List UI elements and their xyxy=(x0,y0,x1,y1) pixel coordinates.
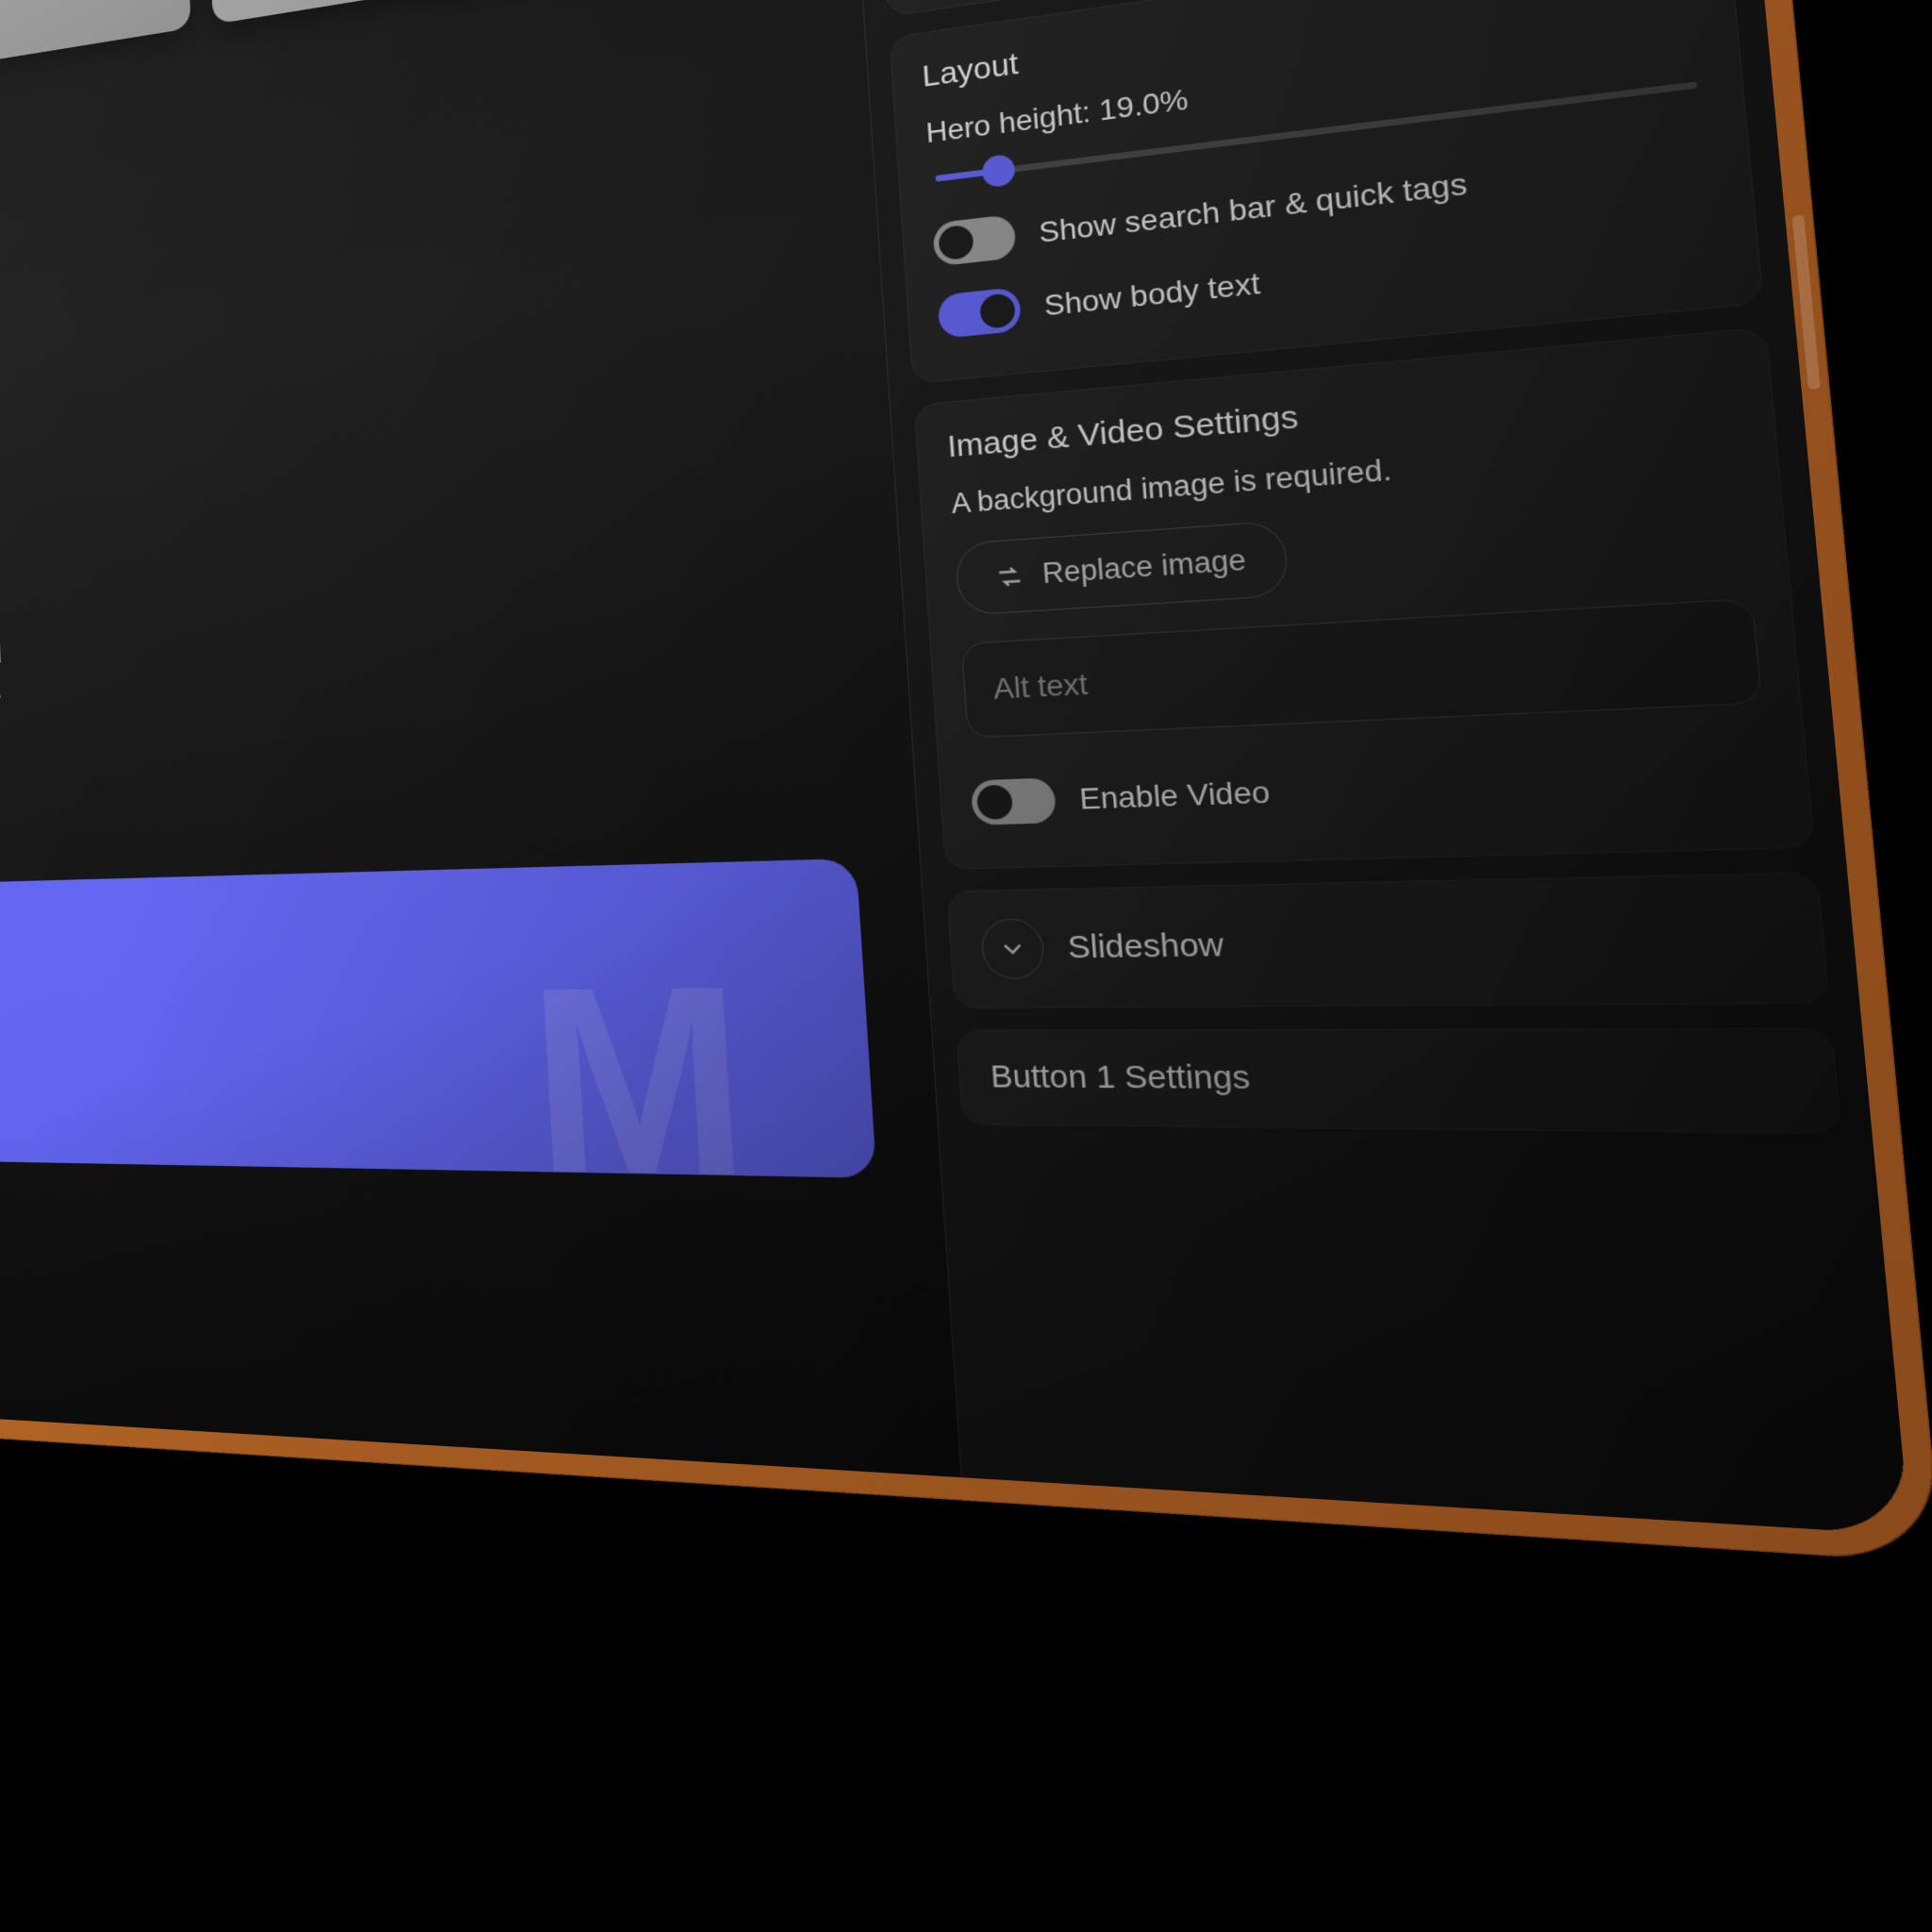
image-video-title: Image & Video Settings xyxy=(946,361,1734,465)
chevron-down-icon[interactable] xyxy=(980,918,1046,979)
prequalify-promo-card[interactable]: Get pre-qualified in a few taps Start se… xyxy=(0,858,876,1178)
toggle-label: Enable Video xyxy=(1078,775,1271,817)
show-search-bar-toggle[interactable] xyxy=(932,214,1016,267)
enable-video-toggle[interactable] xyxy=(971,777,1058,825)
slider-thumb[interactable] xyxy=(981,154,1016,189)
toggle-knob xyxy=(938,225,974,261)
page-content: Exclusive Discounts on Popular Models En… xyxy=(0,0,945,1244)
toggle-label: Show search bar & quick tags xyxy=(1038,167,1469,250)
slider-fill xyxy=(936,168,999,182)
slideshow-accordion[interactable]: Slideshow xyxy=(946,872,1829,1008)
toggle-label: Show body text xyxy=(1043,267,1261,324)
toggle-row-search-bar[interactable]: Show search bar & quick tags xyxy=(931,117,1715,281)
alt-text-input[interactable]: Alt text xyxy=(961,598,1763,739)
replace-image-label: Replace image xyxy=(1041,543,1247,591)
inspector-panel: Hero 1 | Centered Enhance with AI Improv… xyxy=(828,0,1911,1535)
layout-title: Layout xyxy=(921,0,1696,94)
toggle-knob xyxy=(979,292,1016,329)
image-video-settings-card: Image & Video Settings A background imag… xyxy=(914,326,1816,870)
swap-icon xyxy=(993,560,1026,591)
toggle-row-enable-video[interactable]: Enable Video xyxy=(970,734,1774,840)
section-heading-why[interactable]: Why Choose Harley-Davidson? xyxy=(0,412,831,603)
tablet-device: ⌘ O ⌘ E xyxy=(0,0,1932,1562)
section-heading-financing[interactable]: Financing and Trade-In Options Available xyxy=(0,735,852,853)
layout-card: Layout Hero height: 19.0% Show search ba… xyxy=(889,0,1764,384)
toggle-row-body-text[interactable]: Show body text xyxy=(936,196,1723,353)
replace-image-button[interactable]: Replace image xyxy=(954,520,1290,616)
show-body-text-toggle[interactable] xyxy=(937,287,1022,339)
device-bezel: ⌘ O ⌘ E xyxy=(0,0,1910,1535)
brand-watermark: M xyxy=(525,947,754,1179)
scene: ⌘ O ⌘ E xyxy=(0,0,1932,1932)
toggle-knob xyxy=(976,785,1013,820)
hero-height-slider[interactable] xyxy=(936,81,1698,181)
site-canvas[interactable]: Vehicle Title Vehicle Subtitle Vehicle T… xyxy=(0,0,961,1477)
button-1-settings-card[interactable]: Button 1 Settings xyxy=(956,1027,1841,1134)
promo-heading: Get pre-qualified in a few taps xyxy=(0,916,802,999)
editor-body: Vehicle Title Vehicle Subtitle Vehicle T… xyxy=(0,0,1910,1535)
enhance-with-ai-card: Enhance with AI Improve heading Generate… xyxy=(864,0,1725,17)
background-image-required-note: A background image is required. xyxy=(950,426,1740,521)
button-1-settings-label: Button 1 Settings xyxy=(990,1059,1800,1102)
section-heading-discounts[interactable]: Exclusive Discounts on Popular Models xyxy=(0,11,805,289)
tablet-screen: ⌘ O ⌘ E xyxy=(0,0,1910,1535)
slideshow-label: Slideshow xyxy=(1067,927,1225,967)
section-paragraph-why[interactable]: Harley-Davidson motorcycles are renowned… xyxy=(0,567,8,779)
hero-height-label: Hero height: 19.0% xyxy=(924,15,1702,150)
